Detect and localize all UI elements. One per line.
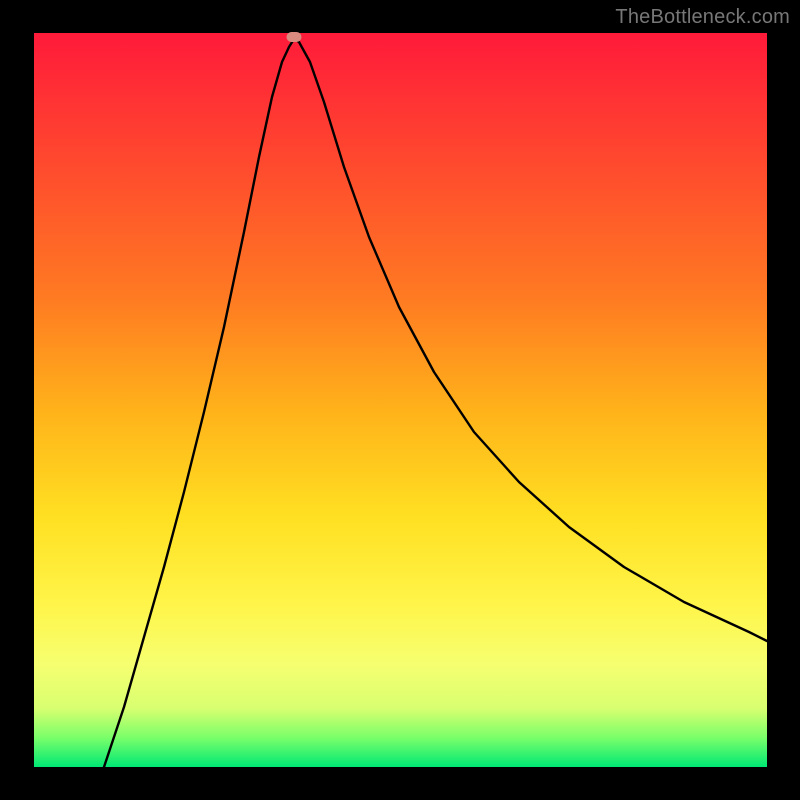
optimal-point-marker xyxy=(287,32,302,42)
watermark-text: TheBottleneck.com xyxy=(615,6,790,29)
chart-frame: TheBottleneck.com xyxy=(0,0,800,800)
chart-plot-area xyxy=(34,33,767,767)
bottleneck-curve xyxy=(34,33,767,767)
